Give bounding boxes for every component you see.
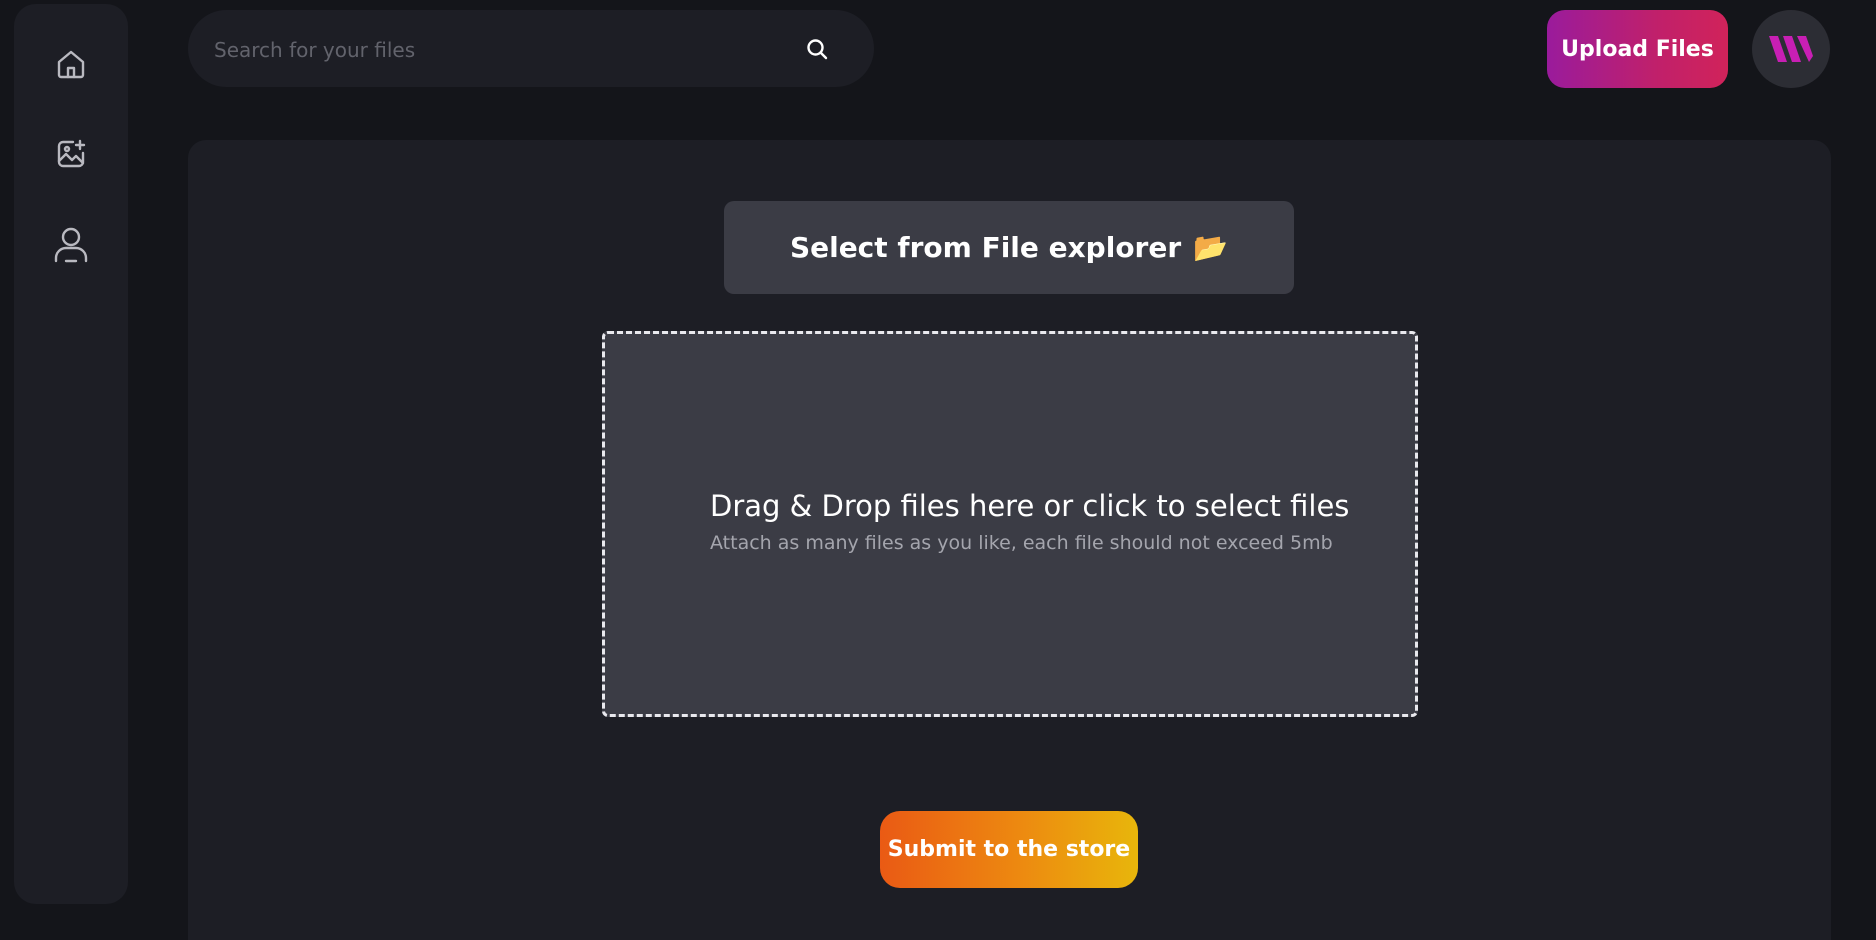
sidebar-item-home[interactable] bbox=[41, 34, 101, 94]
folder-icon: 📂 bbox=[1193, 231, 1229, 264]
brand-logo-icon bbox=[1769, 36, 1813, 62]
search-button[interactable] bbox=[797, 29, 837, 69]
file-dropzone[interactable]: Drag & Drop files here or click to selec… bbox=[602, 331, 1418, 717]
user-icon bbox=[54, 227, 88, 263]
submit-to-store-button[interactable]: Submit to the store bbox=[880, 811, 1138, 888]
avatar[interactable] bbox=[1752, 10, 1830, 88]
select-button-label: Select from File explorer bbox=[789, 231, 1182, 264]
home-icon bbox=[57, 50, 85, 79]
dropzone-title: Drag & Drop files here or click to selec… bbox=[710, 489, 1350, 523]
search-input[interactable] bbox=[212, 10, 776, 89]
sidebar-item-profile[interactable] bbox=[41, 214, 101, 274]
search-bar bbox=[188, 10, 874, 89]
search-icon bbox=[807, 39, 828, 60]
sidebar-item-images[interactable] bbox=[41, 124, 101, 184]
select-from-file-explorer-button[interactable]: Select from File explorer 📂 bbox=[724, 201, 1294, 294]
dropzone-subtitle: Attach as many files as you like, each f… bbox=[710, 532, 1333, 554]
sidebar bbox=[14, 4, 128, 904]
upload-files-button[interactable]: Upload Files bbox=[1547, 10, 1728, 88]
image-add-icon bbox=[57, 139, 86, 168]
